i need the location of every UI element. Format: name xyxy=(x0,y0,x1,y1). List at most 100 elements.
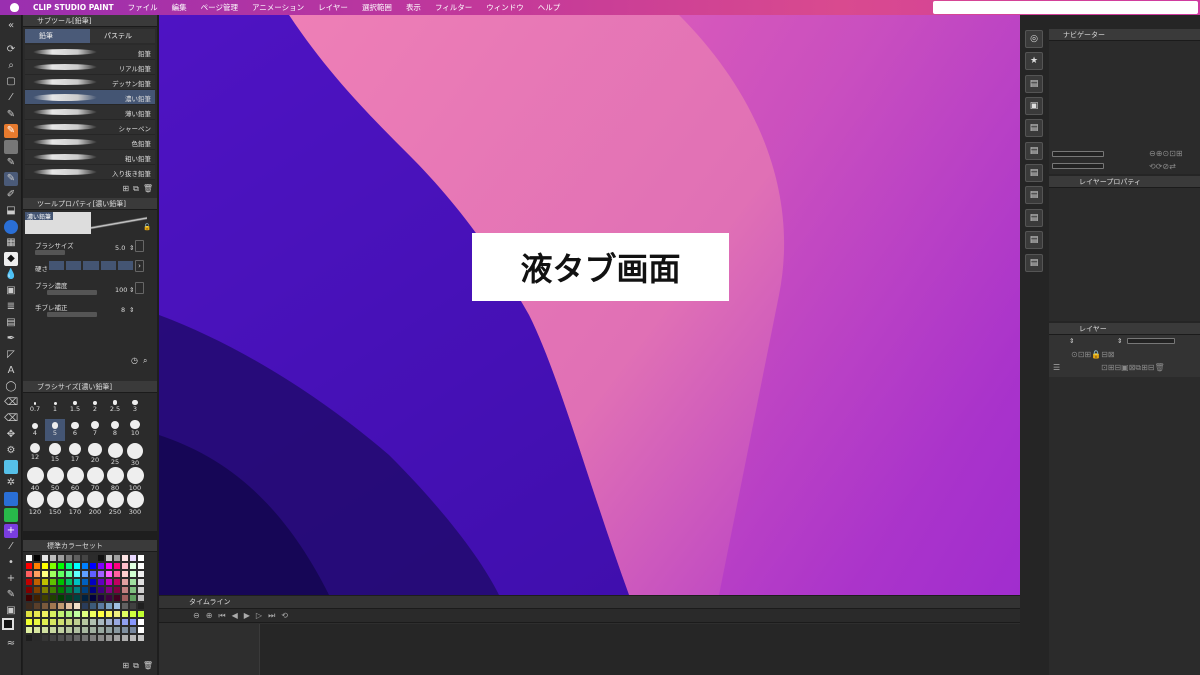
color-swatch[interactable] xyxy=(58,571,64,577)
color-swatch[interactable] xyxy=(58,555,64,561)
stepper-icon[interactable]: ⇕ xyxy=(129,244,134,252)
brush-size-option[interactable]: 100 xyxy=(125,467,145,492)
rotate-slider[interactable] xyxy=(1052,163,1104,169)
color-swatch[interactable] xyxy=(138,555,144,561)
menu-search-field[interactable] xyxy=(933,1,1198,14)
brush-size-option[interactable]: 1 xyxy=(45,395,65,417)
color-swatch[interactable] xyxy=(34,563,40,569)
color-swatch[interactable] xyxy=(26,563,32,569)
panel-icon[interactable]: ▤ xyxy=(1025,209,1043,227)
color-swatch[interactable] xyxy=(138,571,144,577)
color-swatch[interactable] xyxy=(98,603,104,609)
menu-page[interactable]: ページ管理 xyxy=(201,2,238,13)
menu-filter[interactable]: フィルター xyxy=(435,2,472,13)
color-swatch[interactable] xyxy=(74,587,80,593)
menu-layer[interactable]: レイヤー xyxy=(318,2,348,13)
color-swatch[interactable] xyxy=(98,579,104,585)
hardness-toggle-icon[interactable]: › xyxy=(135,260,144,272)
color-swatch[interactable] xyxy=(58,603,64,609)
brush-size-option[interactable]: 2 xyxy=(85,395,105,417)
eyedropper-tool-icon[interactable]: ⁄ xyxy=(4,91,18,105)
color-swatch[interactable] xyxy=(42,571,48,577)
brush-size-option[interactable]: 80 xyxy=(105,467,125,492)
menu-file[interactable]: ファイル xyxy=(128,2,158,13)
color-swatch[interactable] xyxy=(130,555,136,561)
color-swatch[interactable] xyxy=(90,611,96,617)
app-name[interactable]: CLIP STUDIO PAINT xyxy=(33,3,114,12)
color-swatch[interactable] xyxy=(58,579,64,585)
color-swatch[interactable] xyxy=(82,619,88,625)
color-swatch[interactable] xyxy=(34,603,40,609)
color-swatch[interactable] xyxy=(42,563,48,569)
color-swatch[interactable] xyxy=(122,563,128,569)
color-swatch[interactable] xyxy=(26,571,32,577)
color-swatch[interactable] xyxy=(130,603,136,609)
color-swatch[interactable] xyxy=(58,627,64,633)
panel-icon[interactable]: ▣ xyxy=(1025,97,1043,115)
color-swatch[interactable] xyxy=(50,587,56,593)
blend-mode-stepper[interactable]: ⇕ xyxy=(1069,337,1074,345)
color-swatch[interactable] xyxy=(106,579,112,585)
brush-size-option[interactable]: 7 xyxy=(85,419,105,441)
color-swatch[interactable] xyxy=(82,627,88,633)
brush-size-slider[interactable] xyxy=(35,250,65,255)
green-swatch-icon[interactable] xyxy=(4,508,18,522)
color-swatch[interactable] xyxy=(26,635,32,641)
brush-size-option[interactable]: 12 xyxy=(25,443,45,465)
brush-size-option[interactable]: 1.5 xyxy=(65,395,85,417)
menu-view[interactable]: 表示 xyxy=(406,2,421,13)
color-swatch[interactable] xyxy=(98,555,104,561)
delete-color-icon[interactable]: 🗑 xyxy=(143,661,153,671)
color-swatch[interactable] xyxy=(50,579,56,585)
brush-item[interactable]: 粗い鉛筆 xyxy=(25,150,155,165)
color-swatch[interactable] xyxy=(82,563,88,569)
color-swatch-grid[interactable] xyxy=(26,555,150,655)
color-swatch[interactable] xyxy=(138,619,144,625)
color-swatch[interactable] xyxy=(130,619,136,625)
color-swatch[interactable] xyxy=(66,587,72,593)
color-swatch[interactable] xyxy=(42,587,48,593)
color-swatch[interactable] xyxy=(122,627,128,633)
brush-size-option[interactable]: 5 xyxy=(45,419,65,441)
color-swatch[interactable] xyxy=(74,611,80,617)
color-swatch[interactable] xyxy=(130,587,136,593)
color-swatch[interactable] xyxy=(50,611,56,617)
rotate-tool-icon[interactable]: ⟳ xyxy=(4,43,18,57)
first-frame-icon[interactable]: ⏮ xyxy=(218,611,225,621)
brush-item[interactable]: シャーペン xyxy=(25,120,155,135)
color-swatch[interactable] xyxy=(42,555,48,561)
timeline-track[interactable] xyxy=(259,624,1020,675)
color-swatch[interactable] xyxy=(74,579,80,585)
color-swatch[interactable] xyxy=(138,611,144,617)
color-swatch[interactable] xyxy=(114,571,120,577)
color-swatch[interactable] xyxy=(122,635,128,641)
color-swatch[interactable] xyxy=(82,571,88,577)
navigator-zoom-icons[interactable]: ⊖⊕⊙⊡⊞ xyxy=(1149,149,1183,158)
layer-action-icons[interactable]: ⊡⊞⊟▣⊠⧉⊞⊟🗑 xyxy=(1101,363,1165,373)
color-swatch[interactable] xyxy=(66,563,72,569)
selection-tool-icon[interactable]: ▢ xyxy=(4,75,18,89)
color-swatch[interactable] xyxy=(58,619,64,625)
color-swatch[interactable] xyxy=(90,587,96,593)
color-swatch[interactable] xyxy=(66,603,72,609)
blend-tool-icon[interactable]: ✐ xyxy=(4,188,18,202)
brush-size-option[interactable]: 15 xyxy=(45,443,65,465)
brush-item[interactable]: 色鉛筆 xyxy=(25,135,155,150)
frame-tool-icon[interactable]: ▤ xyxy=(4,316,18,330)
vector-tool-icon[interactable]: ◆ xyxy=(4,252,18,266)
color-swatch[interactable] xyxy=(82,579,88,585)
gradient-tool-icon[interactable]: ▣ xyxy=(4,284,18,298)
brush-size-option[interactable]: 300 xyxy=(125,491,145,516)
color-swatch[interactable] xyxy=(106,627,112,633)
color-swatch[interactable] xyxy=(42,619,48,625)
color-swatch[interactable] xyxy=(130,635,136,641)
next-frame-icon[interactable]: ▷ xyxy=(256,611,262,620)
menu-animation[interactable]: アニメーション xyxy=(252,2,304,13)
color-swatch[interactable] xyxy=(58,587,64,593)
menu-window[interactable]: ウィンドウ xyxy=(486,2,524,13)
color-swatch[interactable] xyxy=(130,563,136,569)
color-swatch[interactable] xyxy=(122,619,128,625)
play-icon[interactable]: ▶ xyxy=(244,611,250,620)
panel-icon[interactable]: ▤ xyxy=(1025,75,1043,93)
color-swatch[interactable] xyxy=(106,595,112,601)
